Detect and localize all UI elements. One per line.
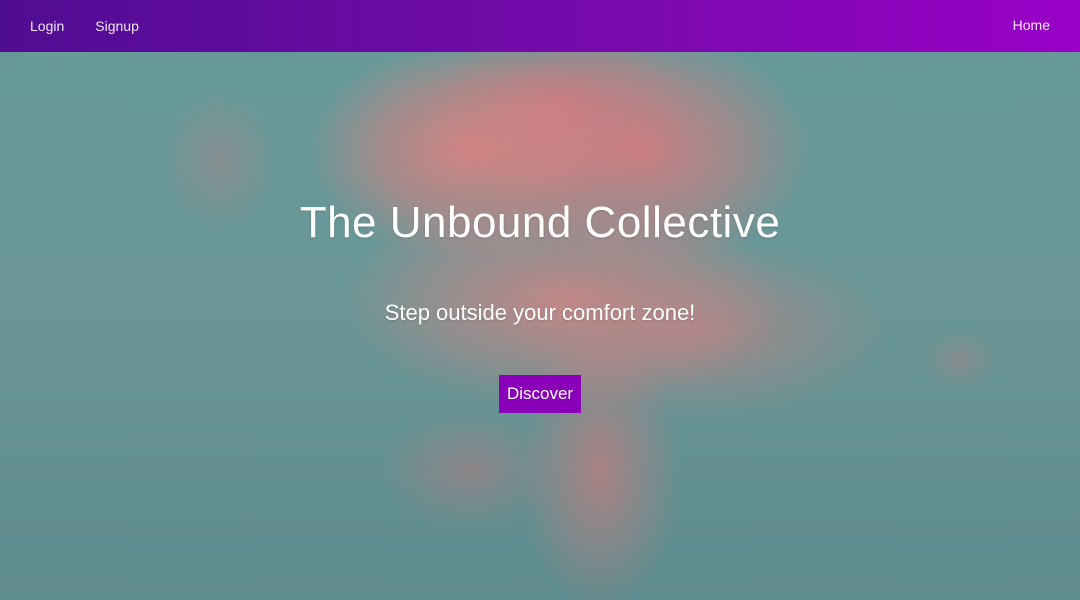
top-navbar: Login Signup Home <box>0 0 1080 52</box>
nav-left-links: Login Signup <box>30 18 139 34</box>
nav-right-links: Home <box>1013 17 1050 35</box>
discover-button[interactable]: Discover <box>499 375 581 413</box>
signup-link[interactable]: Signup <box>95 18 139 34</box>
hero-title: The Unbound Collective <box>299 198 781 247</box>
hero-subtitle: Step outside your comfort zone! <box>384 300 696 325</box>
landing-page: Login Signup Home The Unbound Collective… <box>0 0 1080 600</box>
home-link[interactable]: Home <box>1013 17 1050 33</box>
login-link[interactable]: Login <box>30 18 64 34</box>
